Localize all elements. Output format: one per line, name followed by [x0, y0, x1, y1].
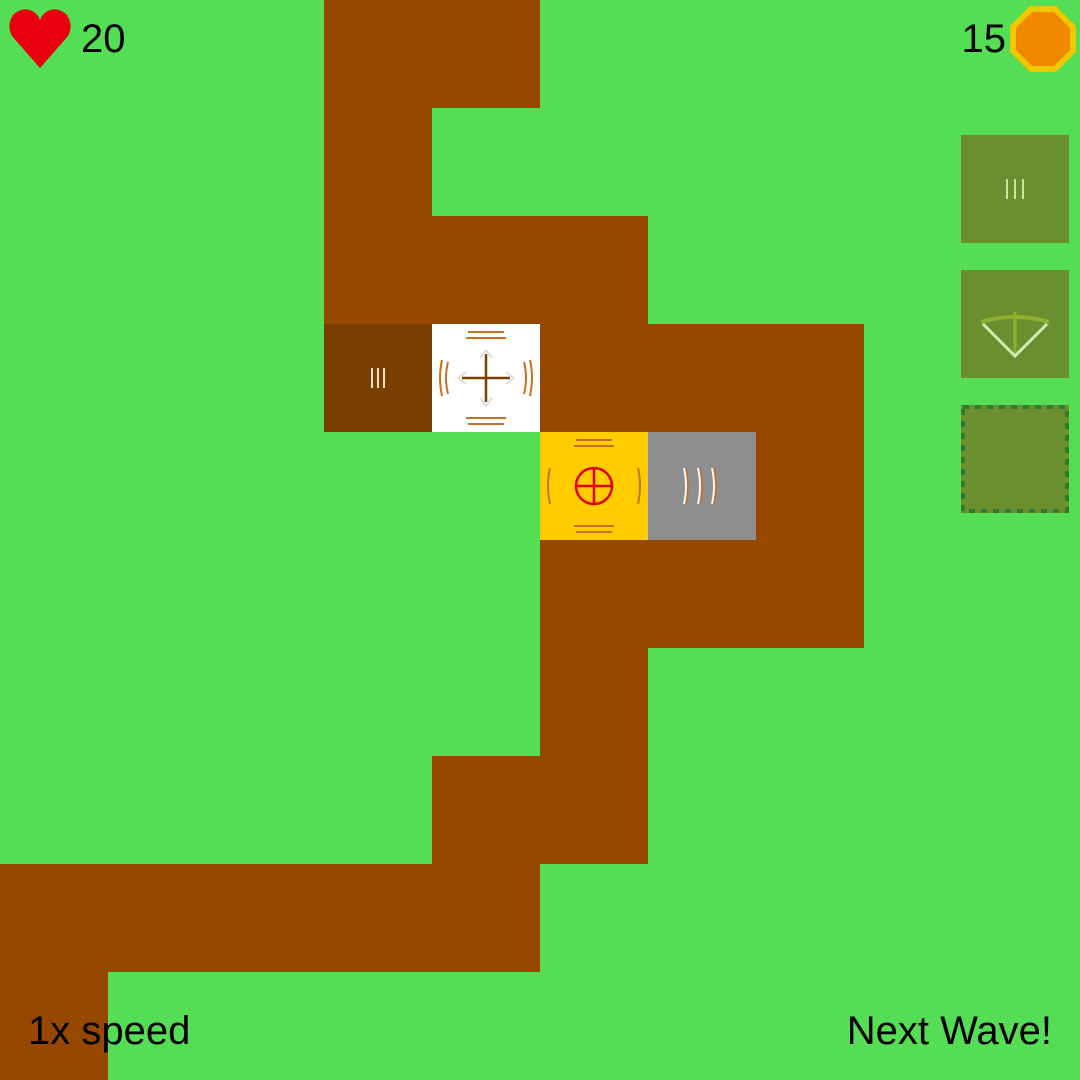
shop-item-crossbow[interactable] [961, 270, 1069, 378]
tower-ballista-grey[interactable] [648, 432, 756, 540]
target-tower-icon [547, 439, 641, 533]
path-segment [540, 648, 648, 756]
path-segment [756, 432, 864, 540]
tower-ballista-dark[interactable] [324, 324, 432, 432]
empty-slot-icon [961, 405, 1069, 513]
coins-display: 15 [950, 6, 1080, 72]
path-segment [324, 216, 648, 324]
heart-icon [9, 9, 71, 68]
speed-toggle-button[interactable]: 1x speed [28, 1009, 190, 1053]
shop-item-empty[interactable] [961, 405, 1069, 513]
ballista-icon [371, 368, 385, 388]
ballista-icon [683, 467, 717, 505]
lives-count: 20 [81, 17, 126, 61]
tower-crossbow-icon [980, 312, 1050, 359]
path-segment [324, 0, 540, 108]
next-wave-button[interactable]: Next Wave! [847, 1009, 1052, 1053]
tower-crossbow-white[interactable] [432, 324, 540, 432]
tower-target-yellow[interactable] [540, 432, 648, 540]
coin-icon [1010, 6, 1076, 72]
crosshair-tower-icon [439, 331, 533, 425]
path-segment [324, 108, 432, 216]
path-segment [540, 324, 864, 432]
path-segment [540, 540, 864, 648]
tower-ballista-icon [1006, 179, 1024, 199]
game-board[interactable]: 20 15 1x speed Next Wave! [0, 0, 1080, 1080]
path-segment [0, 864, 540, 972]
shop-item-ballista[interactable] [961, 135, 1069, 243]
path-segment [432, 756, 648, 864]
coins-count: 15 [961, 17, 1007, 61]
